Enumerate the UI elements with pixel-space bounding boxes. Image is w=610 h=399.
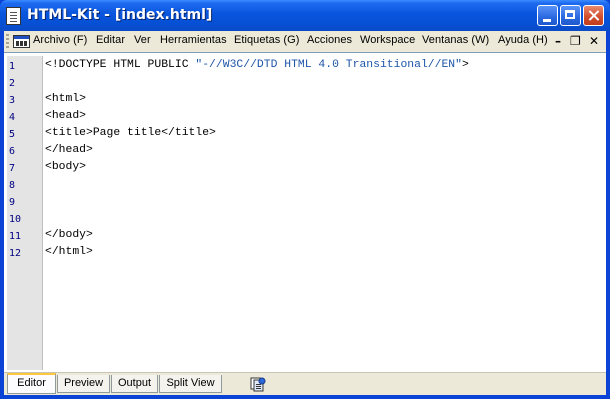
code-text: </html>	[45, 246, 93, 258]
code-text: <title>Page title</title>	[45, 127, 216, 139]
code-line[interactable]: </head>	[45, 144, 93, 156]
view-tab-bar: Editor Preview Output Split View	[4, 372, 606, 396]
code-string: "-//W3C//DTD HTML 4.0 Transitional//EN"	[195, 59, 462, 71]
code-line[interactable]: <html>	[45, 93, 86, 105]
code-line[interactable]: <title>Page title</title>	[45, 127, 216, 139]
window-title: HTML-Kit - [index.html]	[27, 7, 213, 23]
pages-gear-icon[interactable]	[250, 376, 266, 392]
menu-bar: Archivo (F) Editar Ver Herramientas Etiq…	[4, 31, 606, 53]
line-number: 6	[9, 146, 16, 157]
code-line[interactable]: </body>	[45, 229, 93, 241]
menu-ventanas[interactable]: Ventanas (W)	[422, 34, 489, 46]
code-text: <body>	[45, 161, 87, 173]
title-bar[interactable]: HTML-Kit - [index.html]	[0, 0, 610, 31]
mdi-minimize-button[interactable]: –	[555, 34, 561, 48]
toolbar-grip[interactable]	[6, 34, 9, 49]
tab-editor[interactable]: Editor	[7, 373, 56, 394]
menu-acciones[interactable]: Acciones	[307, 34, 352, 46]
window-border-bottom	[0, 395, 610, 399]
line-number: 12	[9, 248, 22, 259]
code-line[interactable]: <body>	[45, 161, 86, 173]
mdi-restore-button[interactable]: ❐	[570, 34, 581, 48]
line-number: 3	[9, 95, 16, 106]
line-number: 7	[9, 163, 16, 174]
line-number: 9	[9, 197, 16, 208]
line-number: 5	[9, 129, 16, 140]
tab-preview[interactable]: Preview	[57, 375, 110, 393]
close-button[interactable]	[583, 5, 604, 26]
line-number: 10	[9, 214, 22, 225]
code-line[interactable]: <head>	[45, 110, 86, 122]
code-line[interactable]: </html>	[45, 246, 93, 258]
menu-ver[interactable]: Ver	[134, 34, 151, 46]
code-editor[interactable]: 1 <!DOCTYPE HTML PUBLIC "-//W3C//DTD HTML…	[4, 52, 606, 372]
menu-etiquetas[interactable]: Etiquetas (G)	[234, 34, 299, 46]
tab-split-view[interactable]: Split View	[159, 375, 222, 393]
code-text: >	[461, 59, 469, 71]
window-border-right	[606, 31, 610, 395]
code-text: </body>	[45, 229, 93, 241]
line-number: 11	[9, 231, 22, 242]
html-document-icon[interactable]	[13, 35, 30, 48]
line-number: 1	[9, 61, 16, 72]
menu-editar[interactable]: Editar	[96, 34, 125, 46]
tab-output[interactable]: Output	[111, 375, 158, 393]
code-text: <head>	[45, 110, 87, 122]
menu-ayuda[interactable]: Ayuda (H)	[498, 34, 548, 46]
menu-herramientas[interactable]: Herramientas	[160, 34, 227, 46]
minimize-button[interactable]	[537, 5, 558, 26]
mdi-close-button[interactable]: ✕	[589, 34, 599, 48]
line-number: 4	[9, 112, 16, 123]
document-icon[interactable]	[6, 7, 21, 25]
app-window: HTML-Kit - [index.html] Archivo (F) Edit…	[0, 0, 610, 399]
code-text: <html>	[45, 93, 87, 105]
menu-workspace[interactable]: Workspace	[360, 34, 415, 46]
code-line[interactable]: <!DOCTYPE HTML PUBLIC "-//W3C//DTD HTML …	[45, 59, 469, 71]
maximize-button[interactable]	[560, 5, 581, 26]
code-text: <!DOCTYPE HTML PUBLIC	[45, 59, 196, 71]
line-number: 8	[9, 180, 16, 191]
menu-archivo[interactable]: Archivo (F)	[33, 34, 87, 46]
line-number: 2	[9, 78, 16, 89]
code-text: </head>	[45, 144, 93, 156]
